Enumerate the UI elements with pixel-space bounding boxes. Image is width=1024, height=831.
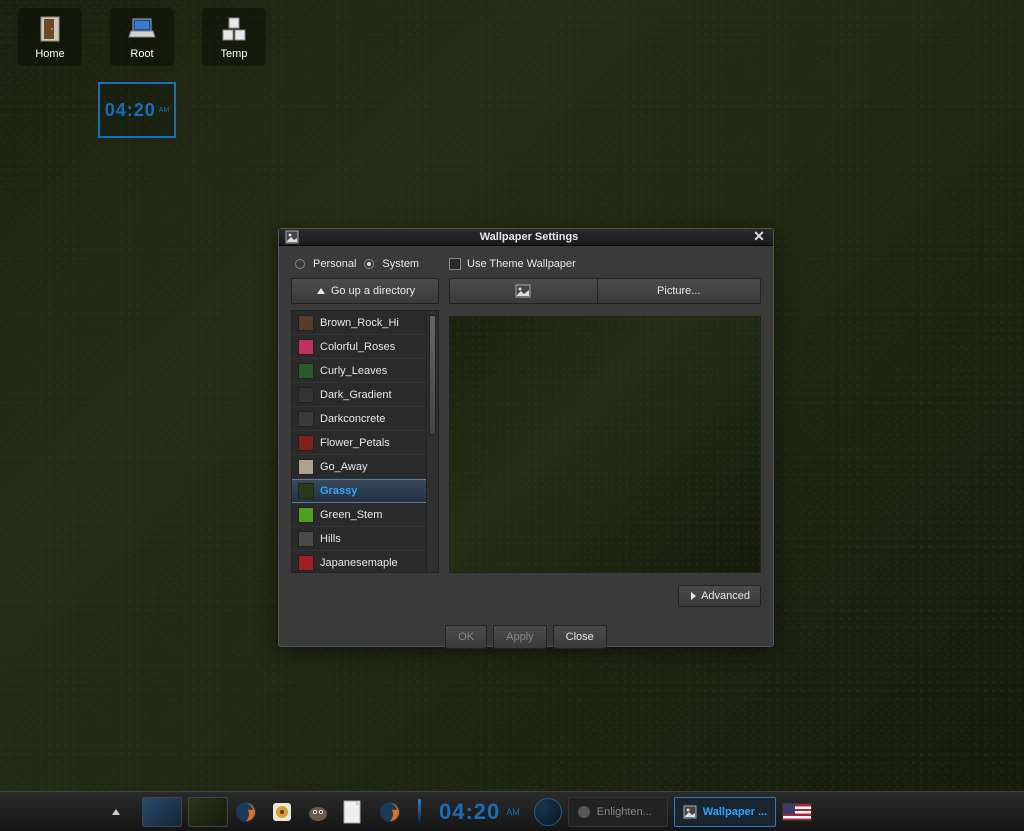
file-thumbnail (298, 459, 314, 475)
clock-ampm: AM (159, 107, 170, 114)
taskbar-clock-time: 04:20 (439, 799, 500, 825)
desktop-icon-label: Home (35, 48, 64, 60)
wallpaper-settings-dialog: Wallpaper Settings ✕ Personal System Go … (278, 228, 774, 647)
picture-label: Picture... (657, 285, 700, 297)
file-item[interactable]: Go_Away (292, 455, 426, 479)
file-label: Flower_Petals (320, 437, 390, 449)
wallpaper-preview (449, 316, 761, 573)
file-label: Darkconcrete (320, 413, 385, 425)
file-thumbnail (298, 483, 314, 499)
door-icon (35, 14, 65, 44)
taskbar-task-enlighten[interactable]: Enlighten... (568, 797, 668, 827)
go-up-label: Go up a directory (331, 285, 415, 297)
boxes-icon (219, 14, 249, 44)
file-thumbnail (298, 387, 314, 403)
show-desktop-button[interactable] (110, 807, 136, 817)
file-item[interactable]: Flower_Petals (292, 431, 426, 455)
file-item[interactable]: Colorful_Roses (292, 335, 426, 359)
advanced-button[interactable]: Advanced (678, 585, 761, 607)
radio-system-label: System (382, 258, 419, 270)
file-item[interactable]: Green_Stem (292, 503, 426, 527)
us-flag-icon (782, 803, 812, 821)
start-menu-button[interactable] (534, 798, 562, 826)
file-label: Hills (320, 533, 341, 545)
apply-button[interactable]: Apply (493, 625, 547, 649)
scroll-thumb[interactable] (429, 315, 436, 435)
file-label: Green_Stem (320, 509, 382, 521)
file-thumbnail (298, 555, 314, 571)
use-theme-row: Use Theme Wallpaper (449, 256, 761, 272)
taskbar-task-wallpaper[interactable]: Wallpaper ... (674, 797, 776, 827)
keyboard-layout-flag[interactable] (782, 803, 812, 821)
file-item[interactable]: Curly_Leaves (292, 359, 426, 383)
use-theme-checkbox[interactable] (449, 258, 461, 270)
file-thumbnail (298, 315, 314, 331)
desktop-icon-label: Root (130, 48, 153, 60)
file-label: Go_Away (320, 461, 368, 473)
wallpaper-file-list: Brown_Rock_Hi Colorful_Roses Curly_Leaves D… (291, 310, 439, 573)
dialog-body: Personal System Go up a directory Use Th… (279, 246, 773, 615)
desktop-icon-root[interactable]: Root (110, 8, 174, 66)
file-item[interactable]: Grassy (292, 479, 426, 503)
file-item[interactable]: Brown_Rock_Hi (292, 311, 426, 335)
file-thumbnail (298, 339, 314, 355)
audio-launcher[interactable] (270, 800, 300, 824)
taskbar: 04:20 AM Enlighten... Wallpaper ... (0, 791, 1024, 831)
file-thumbnail (298, 531, 314, 547)
radio-personal[interactable] (295, 259, 305, 269)
document-launcher[interactable] (342, 799, 372, 825)
desktop-icon-label: Temp (221, 48, 248, 60)
use-theme-label: Use Theme Wallpaper (467, 258, 576, 270)
file-thumbnail (298, 435, 314, 451)
ok-button[interactable]: OK (445, 625, 487, 649)
file-label: Grassy (320, 485, 357, 497)
file-thumbnail (298, 507, 314, 523)
chevron-up-icon (315, 286, 327, 296)
desktop-clock-widget[interactable]: 04:20 AM (98, 82, 176, 138)
file-item[interactable]: Hills (292, 527, 426, 551)
close-icon[interactable]: ✕ (751, 229, 767, 245)
wallpaper-icon (683, 805, 697, 819)
scrollbar[interactable] (426, 311, 438, 572)
picture-icon (449, 278, 597, 304)
taskbar-separator (418, 799, 421, 825)
file-label: Curly_Leaves (320, 365, 387, 377)
advanced-label: Advanced (701, 590, 750, 602)
wallpaper-icon (285, 230, 299, 244)
radio-personal-label: Personal (313, 258, 356, 270)
go-up-button[interactable]: Go up a directory (291, 278, 439, 304)
titlebar[interactable]: Wallpaper Settings ✕ (279, 229, 773, 246)
file-item[interactable]: Japanesemaple (292, 551, 426, 572)
taskbar-clock[interactable]: 04:20 AM (431, 799, 528, 825)
desktop-icon-home[interactable]: Home (18, 8, 82, 66)
source-radio-group: Personal System (291, 256, 439, 272)
file-item[interactable]: Dark_Gradient (292, 383, 426, 407)
file-label: Colorful_Roses (320, 341, 395, 353)
clock-time: 04:20 (105, 100, 156, 121)
file-label: Dark_Gradient (320, 389, 392, 401)
firefox-launcher-2[interactable] (378, 800, 408, 824)
laptop-icon (127, 14, 157, 44)
file-label: Japanesemaple (320, 557, 398, 569)
picture-button[interactable]: Picture... (449, 278, 761, 304)
desktop-icon-temp[interactable]: Temp (202, 8, 266, 66)
file-item[interactable]: Darkconcrete (292, 407, 426, 431)
pager-workspace-1[interactable] (142, 797, 182, 827)
dialog-title: Wallpaper Settings (307, 231, 751, 243)
file-thumbnail (298, 411, 314, 427)
dialog-footer: OK Apply Close (279, 615, 773, 661)
desktop-icons: Home Root Temp (18, 8, 266, 66)
file-label: Brown_Rock_Hi (320, 317, 399, 329)
gimp-launcher[interactable] (306, 800, 336, 824)
file-thumbnail (298, 363, 314, 379)
firefox-launcher[interactable] (234, 800, 264, 824)
pager-workspace-2[interactable] (188, 797, 228, 827)
chevron-right-icon (689, 591, 697, 601)
taskbar-clock-ampm: AM (506, 807, 520, 817)
radio-system[interactable] (364, 259, 374, 269)
close-button[interactable]: Close (553, 625, 607, 649)
app-icon (577, 805, 591, 819)
